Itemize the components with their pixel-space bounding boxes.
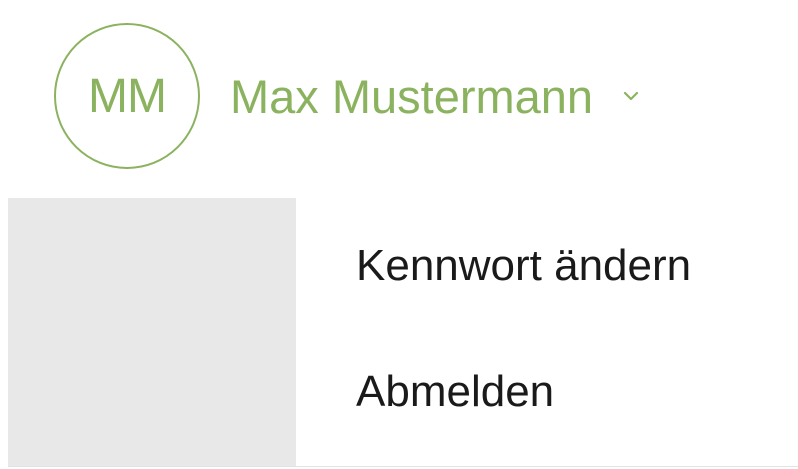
user-menu-screen: MM Max Mustermann Kennwort ändern Abmeld… — [0, 0, 798, 469]
dropdown-side-panel — [8, 198, 296, 467]
user-dropdown-menu: Kennwort ändern Abmelden — [0, 198, 798, 469]
logout-menu-item[interactable]: Abmelden — [356, 370, 554, 414]
change-password-menu-item[interactable]: Kennwort ändern — [356, 244, 691, 288]
avatar[interactable]: MM — [54, 23, 200, 169]
chevron-down-icon[interactable] — [619, 84, 643, 108]
user-name[interactable]: Max Mustermann — [230, 69, 593, 124]
avatar-initials: MM — [88, 69, 167, 123]
dropdown-divider — [8, 466, 798, 467]
user-menu-trigger[interactable]: MM Max Mustermann — [54, 21, 643, 171]
